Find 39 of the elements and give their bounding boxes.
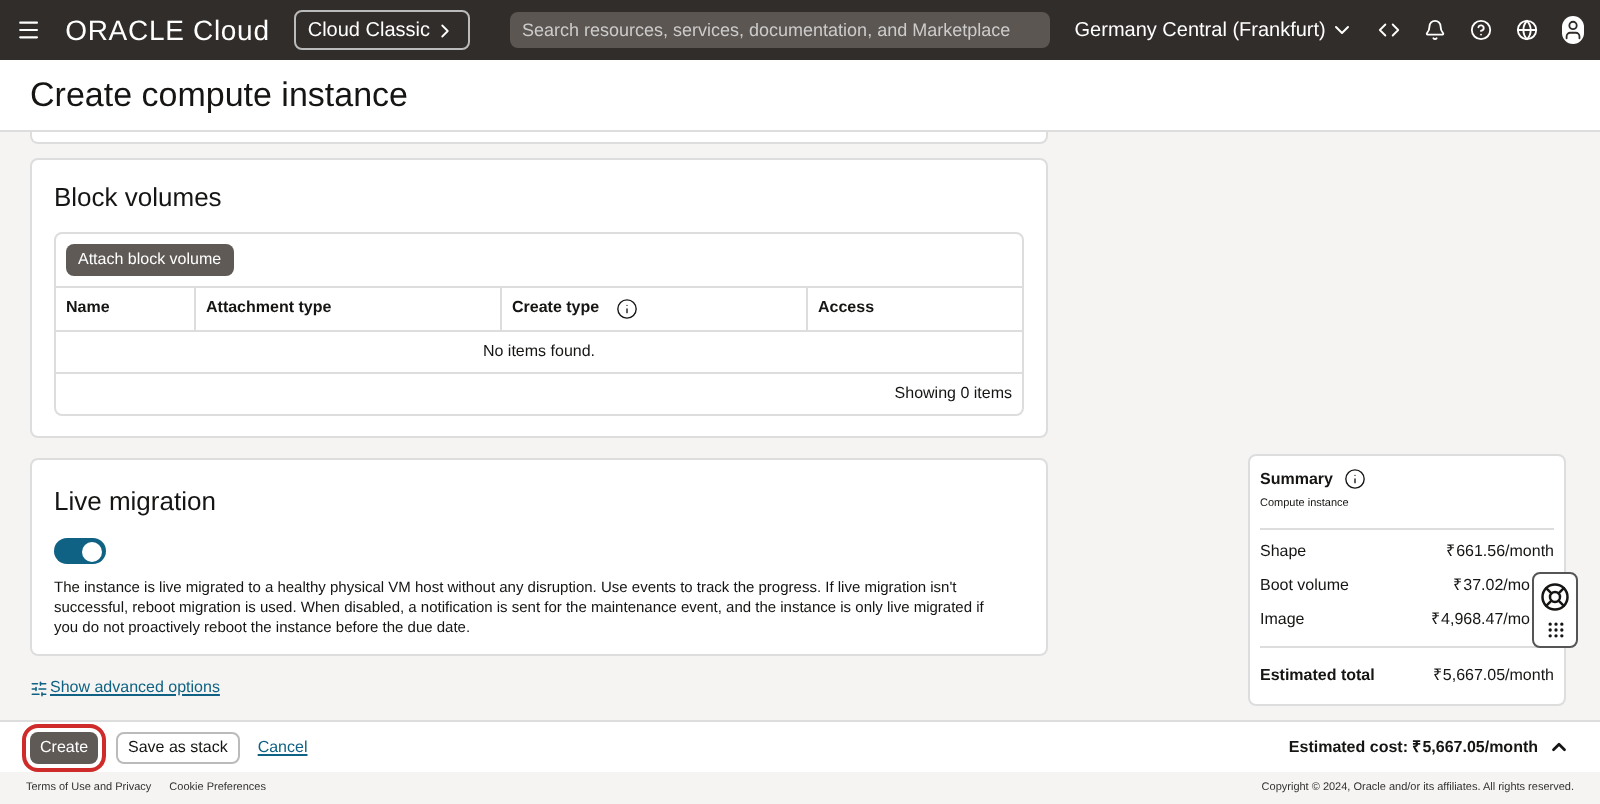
info-icon[interactable] (615, 297, 638, 319)
section-title: Block volumes (54, 180, 224, 216)
save-as-stack-button[interactable]: Save as stack (116, 731, 240, 763)
region-selector[interactable]: Germany Central (Frankfurt) (1074, 15, 1354, 45)
create-button[interactable]: Create (30, 731, 99, 763)
live-migration-toggle[interactable] (54, 538, 106, 564)
column-header: Attachment type (206, 296, 332, 320)
cancel-link[interactable]: Cancel (257, 735, 308, 759)
summary-value: ₹4,968.47/mo (1431, 608, 1530, 632)
profile-icon[interactable] (1562, 16, 1585, 44)
summary-label: Shape (1260, 540, 1307, 564)
column-header: Access (818, 296, 875, 320)
summary-value: ₹661.56/month (1446, 540, 1554, 564)
page-title: Create compute instance (30, 73, 408, 118)
options-icon (30, 679, 48, 697)
brand-logo[interactable]: ORACLE Cloud (65, 9, 270, 51)
empty-message: No items found. (482, 339, 596, 363)
total-label: Estimated total (1260, 664, 1375, 688)
search-field[interactable]: Search resources, services, documentation, and Marketplace (509, 12, 1051, 48)
advanced-options-link[interactable]: Show advanced options (50, 676, 220, 700)
lifebuoy-icon (1540, 581, 1570, 611)
estimated-cost: Estimated cost: ₹5,667.05/month (1288, 735, 1538, 759)
info-icon[interactable] (1344, 468, 1367, 491)
total-value: ₹5,667.05/month (1432, 664, 1554, 688)
items-count: Showing 0 items (894, 381, 1012, 405)
grid-icon (1545, 619, 1565, 639)
language-icon[interactable] (1515, 16, 1538, 44)
notifications-icon[interactable] (1423, 16, 1446, 44)
attach-volume-button[interactable]: Attach block volume (66, 243, 234, 275)
help-icon[interactable] (1469, 16, 1492, 44)
summary-title: Summary (1260, 467, 1333, 492)
summary-label: Boot volume (1260, 574, 1349, 598)
column-header: Name (66, 296, 110, 320)
section-title: Live migration (54, 483, 218, 520)
summary-value: ₹37.02/mo (1453, 574, 1530, 598)
summary-label: Image (1260, 608, 1305, 632)
cloud-classic-button[interactable]: Cloud Classic (293, 10, 470, 50)
column-header: Create type (512, 296, 600, 320)
help-widget[interactable] (1532, 572, 1578, 648)
